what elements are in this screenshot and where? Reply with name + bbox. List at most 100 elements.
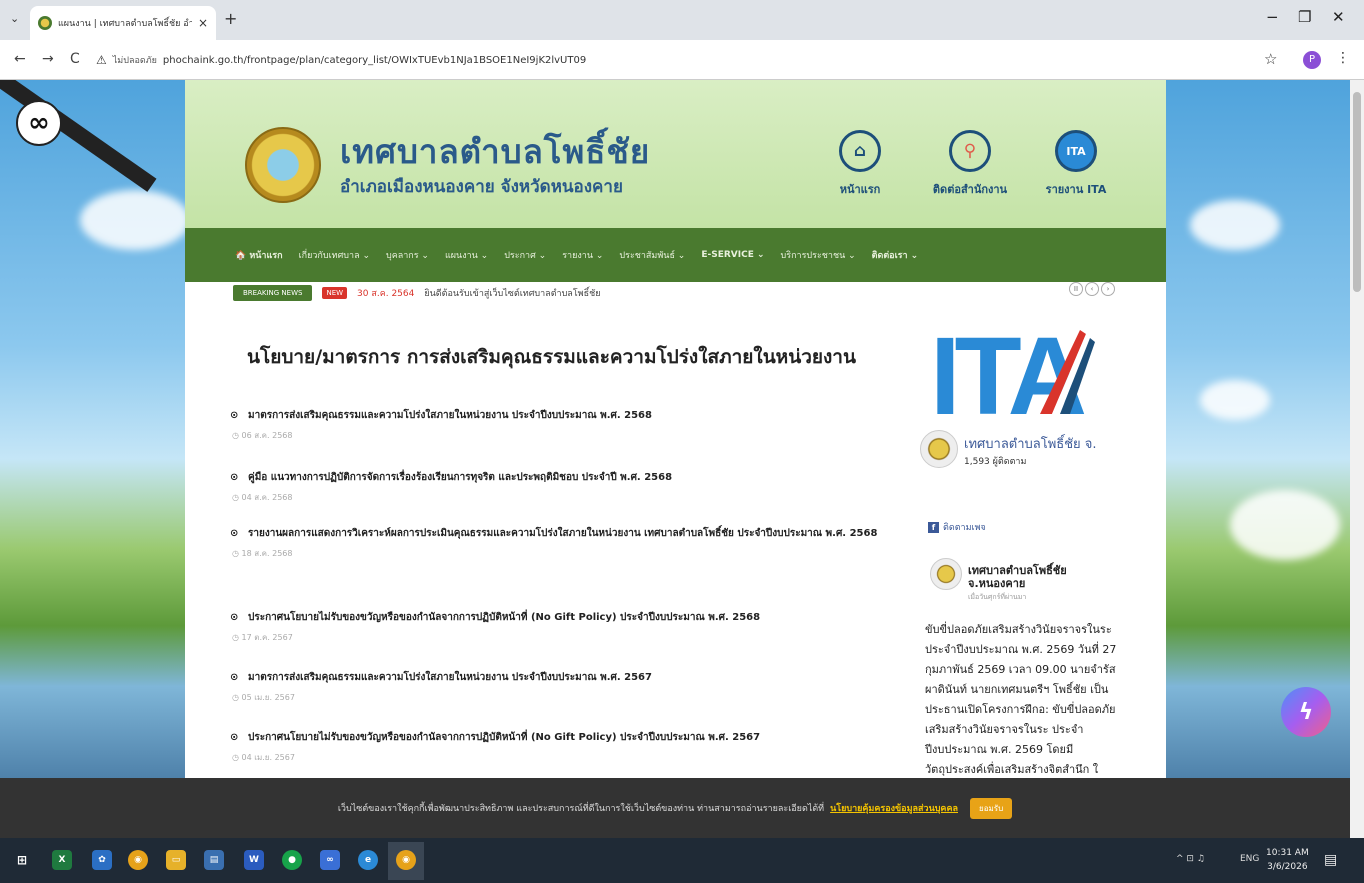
- browser-menu-icon[interactable]: ⋮: [1336, 50, 1350, 66]
- chrome-icon[interactable]: ◉: [128, 850, 148, 870]
- app-icon[interactable]: ▤: [204, 850, 224, 870]
- photos-icon[interactable]: ✿: [92, 850, 112, 870]
- ita-icon: ITA: [1055, 130, 1097, 172]
- facebook-page-name[interactable]: เทศบาลตำบลโพธิ์ชัย จ.: [964, 433, 1097, 454]
- post-title[interactable]: มาตรการส่งเสริมคุณธรรมและความโปร่งใสภายใ…: [248, 672, 652, 683]
- accept-cookies-button[interactable]: ยอมรับ: [970, 797, 1013, 819]
- post-link[interactable]: ⊙ มาตรการส่งเสริมคุณธรรมและความโปร่งใสภาย…: [230, 408, 890, 423]
- header-link-ita[interactable]: ITA รายงาน ITA: [1031, 130, 1121, 198]
- breaking-news-label: BREAKING NEWS: [233, 285, 313, 301]
- feed-page-name[interactable]: เทศบาลตำบลโพธิ์ชัย จ.หนองคาย: [968, 564, 1118, 590]
- back-button[interactable]: ←: [14, 51, 26, 67]
- reload-button[interactable]: C: [70, 51, 80, 67]
- nav-item-contact[interactable]: ติดต่อเรา ⌄: [864, 248, 927, 262]
- header-link-label: หน้าแรก: [839, 183, 881, 196]
- forward-button[interactable]: →: [42, 51, 54, 67]
- post-title[interactable]: ประกาศนโยบายไม่รับของขวัญหรือของกำนัลจาก…: [248, 732, 760, 743]
- nav-item-reports[interactable]: รายงาน ⌄: [554, 248, 611, 262]
- edge-icon[interactable]: e: [358, 850, 378, 870]
- bookmark-star-icon[interactable]: ☆: [1264, 50, 1277, 68]
- site-subtitle: อำเภอเมืองหนองคาย จังหวัดหนองคาย: [340, 177, 623, 197]
- list-item: ⊙ มาตรการส่งเสริมคุณธรรมและความโปร่งใสภาย…: [230, 408, 890, 470]
- background-cloud: [1190, 200, 1280, 250]
- breaking-news-ticker: BREAKING NEWS NEW 30 ส.ค. 2564 ยินดีต้อน…: [233, 283, 600, 303]
- list-item: ⊙ ประกาศนโยบายไม่รับของขวัญหรือของกำนัลจา…: [230, 610, 890, 670]
- tab-close-icon[interactable]: ×: [198, 16, 208, 30]
- nav-item-about[interactable]: เกี่ยวกับเทศบาล ⌄: [291, 248, 378, 262]
- nav-item-citizen-services[interactable]: บริการประชาชน ⌄: [773, 248, 864, 262]
- post-title[interactable]: ประกาศนโยบายไม่รับของขวัญหรือของกำนัลจาก…: [248, 612, 760, 623]
- post-date-text: 04 ส.ค. 2568: [241, 493, 293, 502]
- post-link[interactable]: ⊙ มาตรการส่งเสริมคุณธรรมและความโปร่งใสภาย…: [230, 670, 890, 685]
- post-date-text: 18 ส.ค. 2568: [241, 549, 293, 558]
- cookie-consent-bar: เว็บไซต์ของเราใช้คุกกี้เพื่อพัฒนาประสิทธ…: [0, 778, 1350, 838]
- excel-icon[interactable]: X: [52, 850, 72, 870]
- maximize-button[interactable]: ❐: [1298, 8, 1311, 26]
- breaking-news-date[interactable]: 30 ส.ค. 2564: [357, 286, 414, 300]
- circle-arrow-icon: ⊙: [230, 528, 239, 539]
- new-tab-button[interactable]: +: [224, 9, 237, 28]
- tray-overflow-icon[interactable]: ^ ⊡ ♫: [1176, 854, 1205, 864]
- warning-icon[interactable]: ⚠: [96, 53, 107, 67]
- ita-banner[interactable]: ITA: [930, 320, 1105, 420]
- header-link-label: ติดต่อสำนักงาน: [932, 183, 1008, 196]
- notification-icon[interactable]: ▤: [1324, 852, 1337, 868]
- browser-tab-strip: ⌄ แผนงาน | เทศบาลตำบลโพธิ์ชัย อำเ × + − …: [0, 0, 1364, 40]
- pause-icon[interactable]: II: [1069, 282, 1083, 296]
- nav-item-pr[interactable]: ประชาสัมพันธ์ ⌄: [611, 248, 693, 262]
- chrome-active-icon[interactable]: ◉: [396, 850, 416, 870]
- post-list: ⊙ มาตรการส่งเสริมคุณธรรมและความโปร่งใสภาย…: [230, 408, 890, 790]
- header-link-contact[interactable]: ⚲ ติดต่อสำนักงาน: [925, 130, 1015, 198]
- profile-avatar[interactable]: P: [1303, 51, 1321, 69]
- browser-tab[interactable]: แผนงาน | เทศบาลตำบลโพธิ์ชัย อำเ ×: [30, 6, 216, 40]
- feed-avatar[interactable]: [930, 558, 962, 590]
- post-title[interactable]: คู่มือ แนวทางการปฏิบัติการจัดการเรื่องร้…: [248, 472, 672, 483]
- nav-item-announcements[interactable]: ประกาศ ⌄: [496, 248, 554, 262]
- url-field[interactable]: ⚠ ไม่ปลอดภัย phochaink.go.th/frontpage/p…: [96, 46, 1246, 74]
- post-title[interactable]: รายงานผลการแสดงการวิเคราะห์ผลการประเมินค…: [248, 528, 877, 539]
- municipality-logo[interactable]: [245, 127, 321, 203]
- post-date: ◷ 04 เม.ย. 2567: [232, 753, 295, 762]
- post-date-text: 17 ต.ค. 2567: [241, 633, 293, 642]
- site-title[interactable]: เทศบาลตำบลโพธิ์ชัย: [340, 125, 650, 178]
- copilot-icon[interactable]: ∞: [320, 850, 340, 870]
- file-explorer-icon[interactable]: ▭: [166, 850, 186, 870]
- language-indicator[interactable]: ENG: [1240, 854, 1259, 864]
- post-link[interactable]: ⊙ ประกาศนโยบายไม่รับของขวัญหรือของกำนัลจา…: [230, 610, 890, 625]
- post-link[interactable]: ⊙ รายงานผลการแสดงการวิเคราะห์ผลการประเมิน…: [230, 526, 890, 541]
- system-clock[interactable]: 10:31 AM 3/6/2026: [1266, 846, 1309, 874]
- tab-search-icon[interactable]: ⌄: [10, 12, 19, 25]
- post-title[interactable]: มาตรการส่งเสริมคุณธรรมและความโปร่งใสภายใ…: [248, 410, 652, 421]
- address-bar: ← → C ⚠ ไม่ปลอดภัย phochaink.go.th/front…: [0, 40, 1364, 80]
- close-window-button[interactable]: ✕: [1332, 8, 1345, 26]
- post-link[interactable]: ⊙ ประกาศนโยบายไม่รับของขวัญหรือของกำนัลจา…: [230, 730, 890, 745]
- list-item: ⊙ รายงานผลการแสดงการวิเคราะห์ผลการประเมิน…: [230, 526, 890, 610]
- chevron-right-icon[interactable]: ›: [1101, 282, 1115, 296]
- nav-item-staff[interactable]: บุคลากร ⌄: [378, 248, 437, 262]
- black-ribbon-icon: ∞: [16, 100, 62, 146]
- breaking-news-text[interactable]: ยินดีต้อนรับเข้าสู่เว็บไซต์เทศบาลตำบลโพธ…: [424, 286, 600, 300]
- follow-page-label: ติดตามเพจ: [943, 523, 986, 533]
- nav-item-home[interactable]: 🏠 หน้าแรก: [227, 248, 291, 262]
- url-text[interactable]: phochaink.go.th/frontpage/plan/category_…: [163, 55, 586, 66]
- scrollbar-thumb[interactable]: [1353, 92, 1361, 292]
- word-icon[interactable]: W: [244, 850, 264, 870]
- start-menu-icon[interactable]: ⊞: [12, 850, 32, 870]
- line-icon[interactable]: ●: [282, 850, 302, 870]
- chevron-left-icon[interactable]: ‹: [1085, 282, 1099, 296]
- messenger-chat-button[interactable]: ϟ: [1281, 687, 1331, 737]
- insecure-label[interactable]: ไม่ปลอดภัย: [113, 53, 157, 67]
- facebook-page-avatar[interactable]: [920, 430, 958, 468]
- post-link[interactable]: ⊙ คู่มือ แนวทางการปฏิบัติการจัดการเรื่องร…: [230, 470, 890, 485]
- minimize-button[interactable]: −: [1266, 8, 1279, 26]
- site-container: เทศบาลตำบลโพธิ์ชัย อำเภอเมืองหนองคาย จัง…: [185, 80, 1166, 838]
- nav-item-plans[interactable]: แผนงาน ⌄: [437, 248, 496, 262]
- follow-page-button[interactable]: f ติดตามเพจ: [928, 520, 986, 534]
- header-link-home[interactable]: ⌂ หน้าแรก: [815, 130, 905, 198]
- page-scrollbar[interactable]: [1350, 80, 1364, 838]
- background-cloud: [80, 190, 190, 250]
- facebook-followers-count: 1,593 ผู้ติดตาม: [964, 457, 1027, 467]
- circle-arrow-icon: ⊙: [230, 732, 239, 743]
- nav-item-eservice[interactable]: E-SERVICE ⌄: [693, 250, 772, 260]
- privacy-policy-link[interactable]: นโยบายคุ้มครองข้อมูลส่วนบุคคล: [830, 801, 958, 815]
